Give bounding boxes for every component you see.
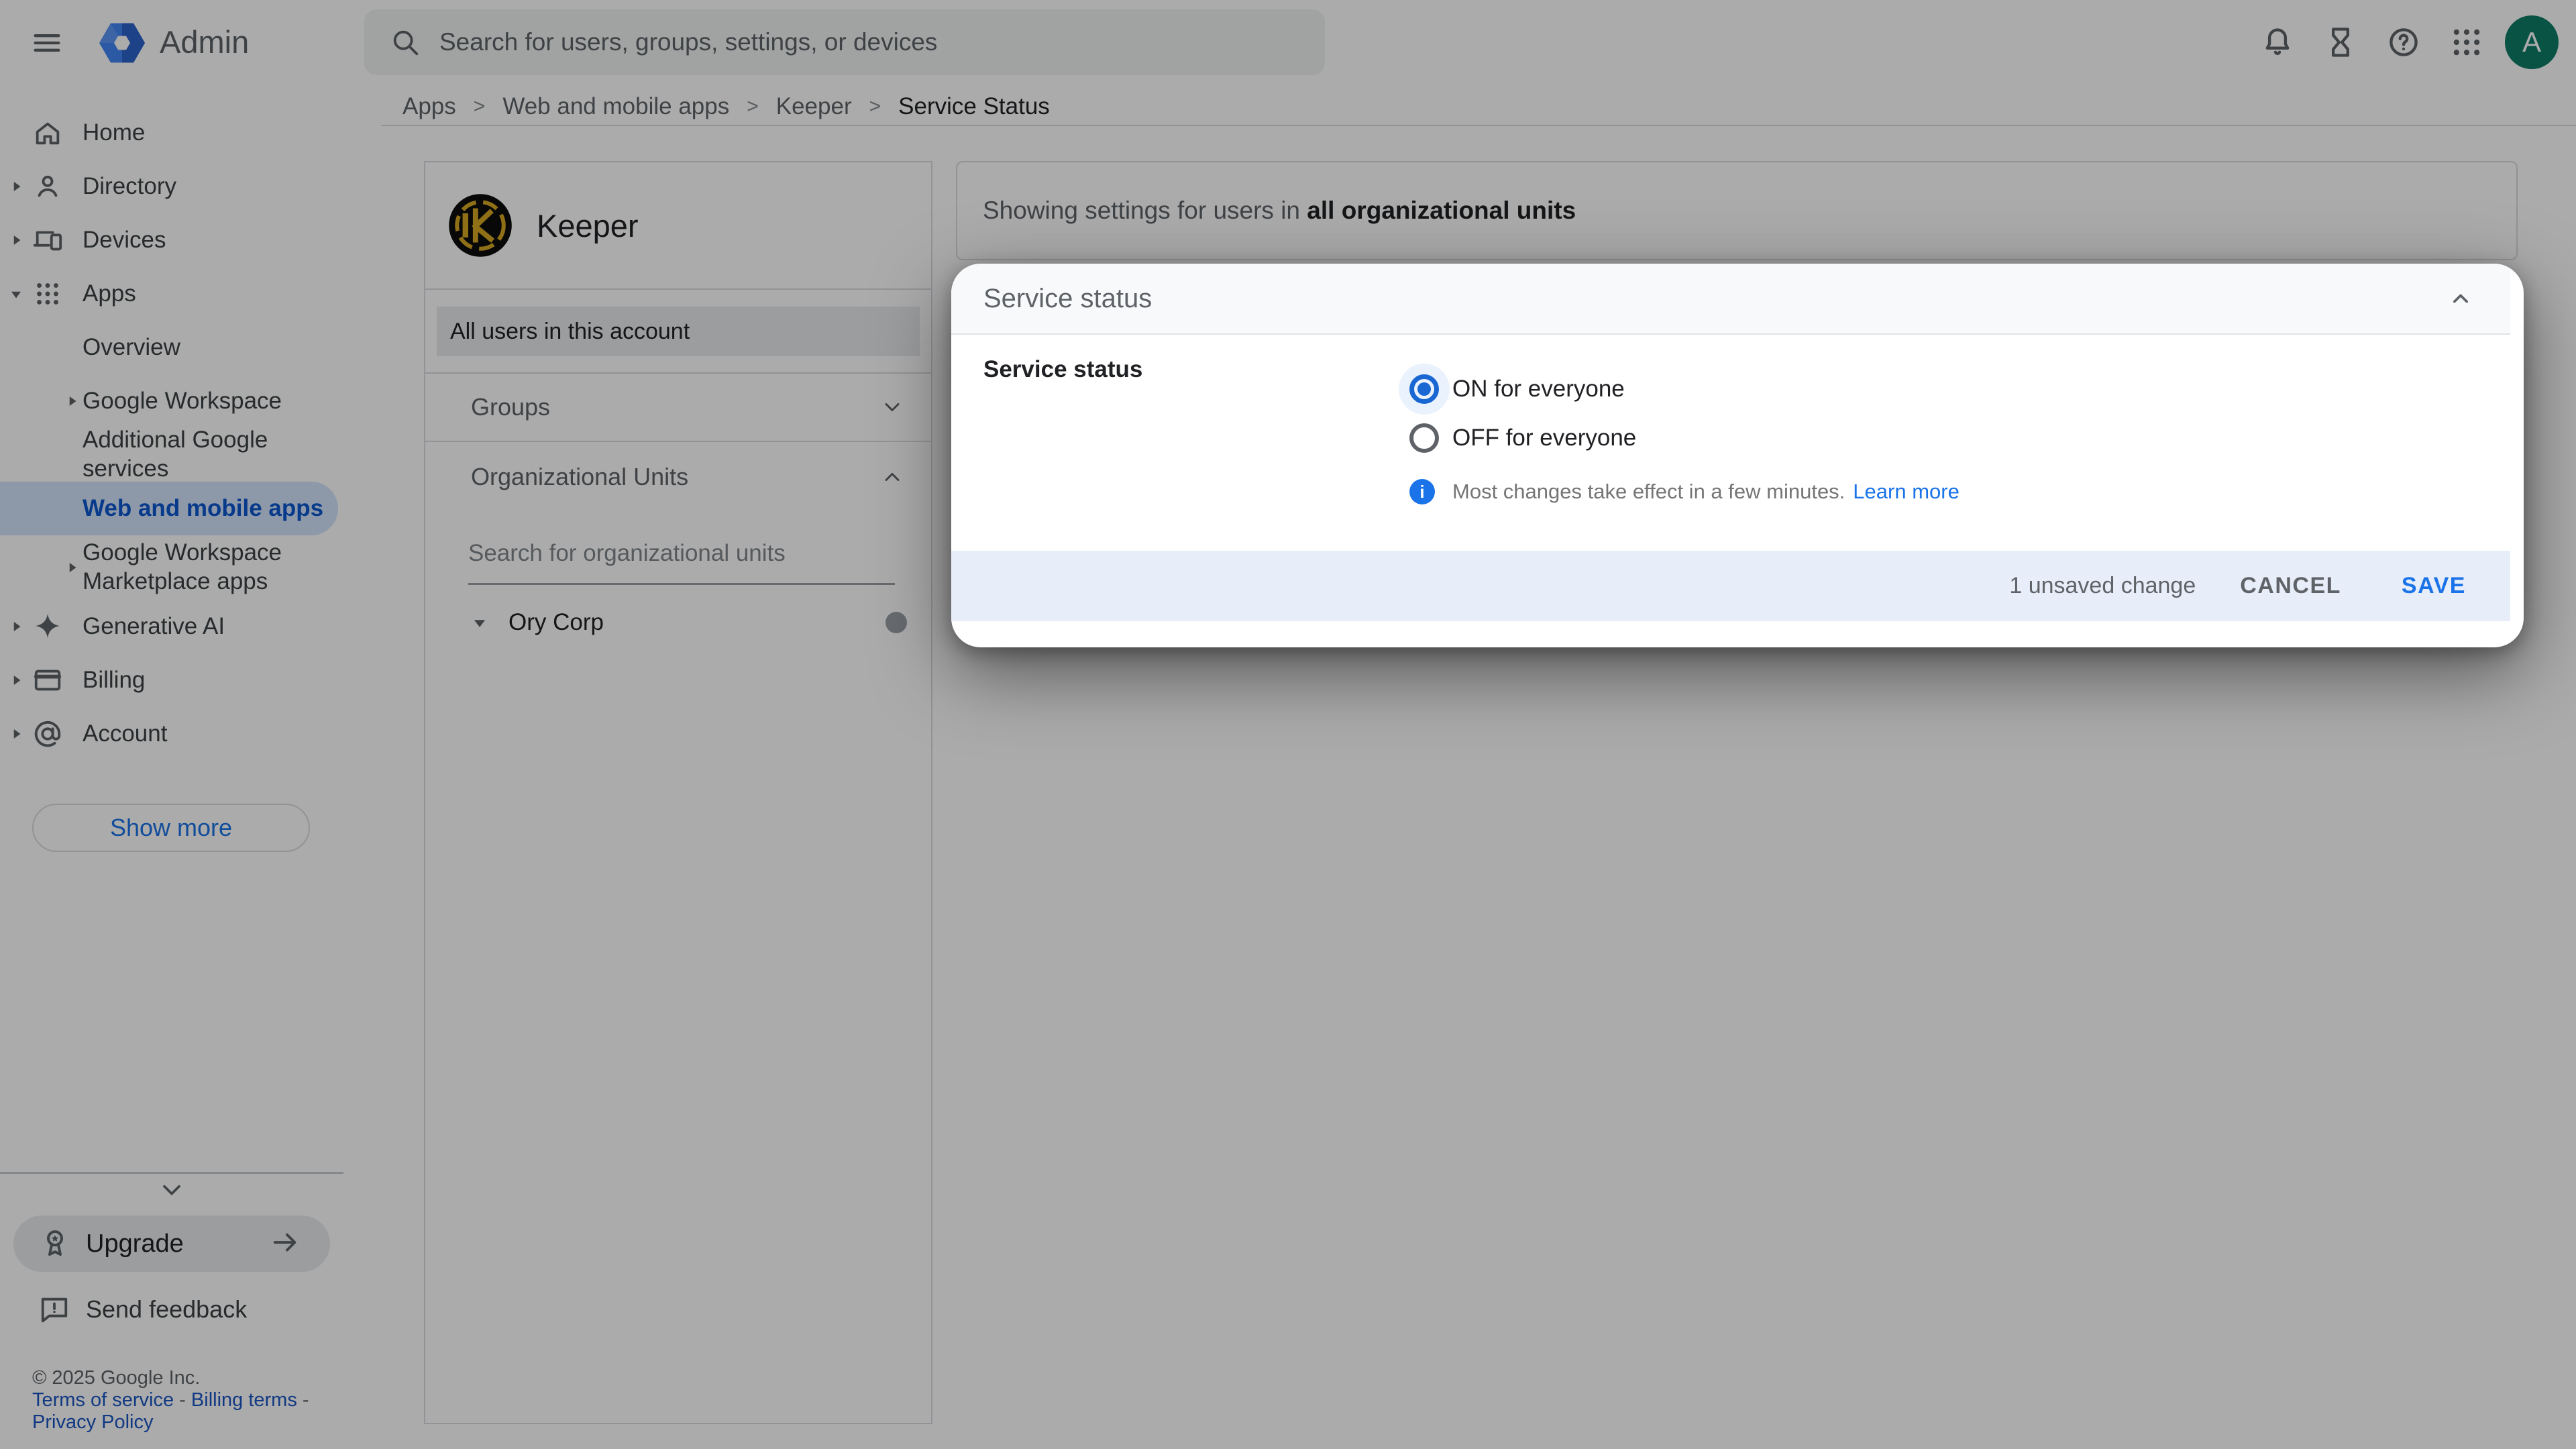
info-row: i Most changes take effect in a few minu… xyxy=(1409,474,1960,509)
dialog-header: Service status xyxy=(951,264,2510,335)
radio-on-for-everyone[interactable]: ON for everyone xyxy=(1399,364,1625,415)
admin-console-page: Admin Search for users, groups, settings… xyxy=(0,0,2576,1449)
info-text: Most changes take effect in a few minute… xyxy=(1452,480,1845,503)
dialog-footer: 1 unsaved change CANCEL SAVE xyxy=(951,551,2510,621)
dialog-body: Service status ON for everyone OFF for e… xyxy=(951,335,2510,551)
unsaved-changes-text: 1 unsaved change xyxy=(2009,573,2196,598)
radio-halo xyxy=(1399,364,1450,415)
collapse-section-icon[interactable] xyxy=(2446,284,2475,313)
dialog-title: Service status xyxy=(983,283,1152,313)
cancel-button[interactable]: CANCEL xyxy=(2240,573,2341,599)
radio-unselected-icon xyxy=(1409,423,1439,453)
save-button[interactable]: SAVE xyxy=(2402,573,2466,599)
radio-off-for-everyone[interactable]: OFF for everyone xyxy=(1399,413,1636,464)
radio-halo xyxy=(1399,413,1450,464)
service-status-card: Service status Service status ON for eve… xyxy=(951,264,2510,623)
info-icon: i xyxy=(1409,479,1435,504)
radio-selected-icon xyxy=(1409,374,1439,404)
learn-more-link[interactable]: Learn more xyxy=(1853,480,1960,504)
service-status-dialog: Service status Service status ON for eve… xyxy=(951,264,2524,647)
modal-scrim[interactable] xyxy=(0,0,2576,1449)
service-status-field-label: Service status xyxy=(983,356,1143,382)
